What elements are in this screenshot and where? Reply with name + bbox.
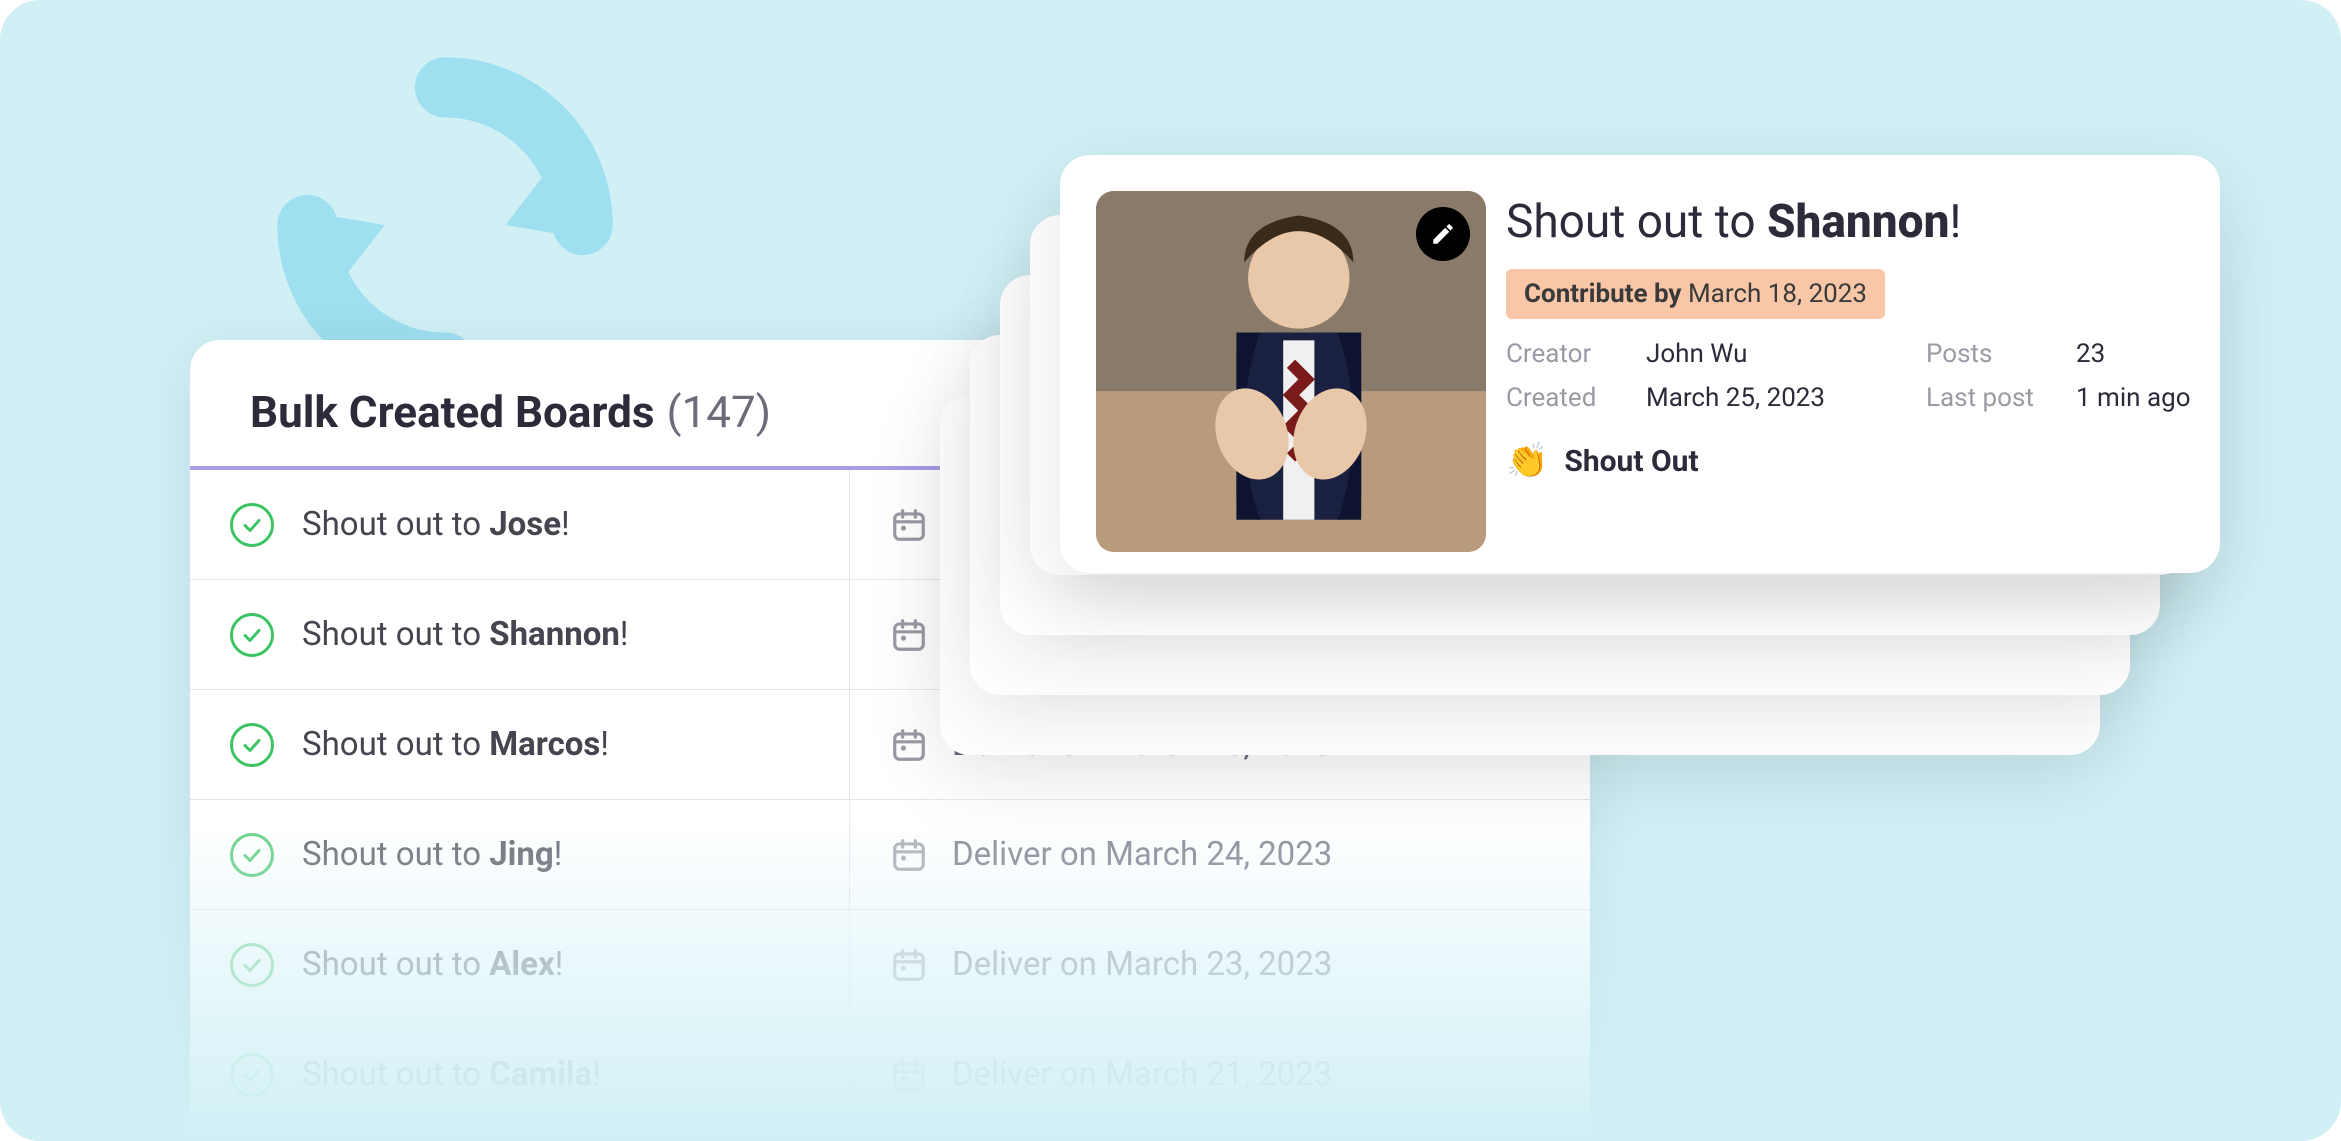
meta-created-value: March 25, 2023 (1646, 383, 1916, 413)
meta-lastpost-value: 1 min ago (2076, 383, 2256, 413)
panel-title: Bulk Created Boards (250, 386, 655, 438)
contribute-date: March 18, 2023 (1688, 279, 1867, 309)
check-circle-icon (230, 723, 274, 767)
board-row-title: Shout out to Shannon! (302, 615, 628, 654)
calendar-icon (890, 616, 928, 654)
board-title-prefix: Shout out to (1506, 195, 1767, 249)
board-title-suffix: ! (1949, 195, 1961, 249)
board-row-deliver: Deliver on March 24, 2023 (952, 835, 1332, 874)
board-title: Shout out to Shannon! (1506, 195, 2256, 249)
calendar-icon (890, 946, 928, 984)
board-row-title: Shout out to Alex! (302, 945, 563, 984)
meta-creator-label: Creator (1506, 339, 1636, 369)
feature-illustration: Bulk Created Boards (147) Shout out to J… (0, 0, 2341, 1141)
check-circle-icon (230, 943, 274, 987)
board-row-title: Shout out to Marcos! (302, 725, 609, 764)
check-circle-icon (230, 613, 274, 657)
board-row-deliver: Deliver on March 21, 2023 (952, 1055, 1332, 1094)
board-cover-image[interactable] (1096, 191, 1486, 552)
board-row[interactable]: Shout out to Camila! Deliver on March 21… (190, 1020, 1590, 1130)
contribute-by-badge: Contribute by March 18, 2023 (1506, 269, 1885, 319)
check-circle-icon (230, 833, 274, 877)
calendar-icon (890, 506, 928, 544)
meta-posts-label: Posts (1926, 339, 2066, 369)
category-label: Shout Out (1564, 444, 1698, 479)
calendar-icon (890, 1056, 928, 1094)
board-row[interactable]: Shout out to Alex! Deliver on March 23, … (190, 910, 1590, 1020)
board-row-title: Shout out to Camila! (302, 1055, 601, 1094)
board-row[interactable]: Shout out to Marcos! Deliver on March 25… (190, 690, 1590, 800)
board-row-title: Shout out to Jose! (302, 505, 570, 544)
board-title-name: Shannon (1767, 195, 1949, 249)
meta-lastpost-label: Last post (1926, 383, 2066, 413)
check-circle-icon (230, 503, 274, 547)
board-row[interactable]: Shout out to Jing! Deliver on March 24, … (190, 800, 1590, 910)
clap-icon: 👏 (1506, 441, 1548, 481)
board-category: 👏 Shout Out (1506, 441, 2256, 481)
board-meta: Creator John Wu Posts 23 Created March 2… (1506, 339, 2256, 413)
meta-posts-value: 23 (2076, 339, 2256, 369)
meta-created-label: Created (1506, 383, 1636, 413)
edit-cover-button[interactable] (1416, 207, 1470, 261)
board-row[interactable]: Shout out to Shannon! Deliver on March 2… (190, 580, 1590, 690)
panel-count: (147) (667, 386, 772, 438)
board-row-deliver: Deliver on March 25, 2023 (952, 725, 1332, 764)
meta-creator-value: John Wu (1646, 339, 1916, 369)
board-row-deliver: Deliver on March 23, 2023 (952, 945, 1332, 984)
pencil-icon (1430, 221, 1456, 247)
calendar-icon (890, 726, 928, 764)
board-row-deliver: Deliver on March 25, 2023 (952, 615, 1332, 654)
contribute-label: Contribute by (1524, 279, 1682, 309)
calendar-icon (890, 836, 928, 874)
board-detail-card[interactable]: Shout out to Shannon! Contribute by Marc… (1060, 155, 2220, 573)
check-circle-icon (230, 1053, 274, 1097)
board-row-title: Shout out to Jing! (302, 835, 562, 874)
